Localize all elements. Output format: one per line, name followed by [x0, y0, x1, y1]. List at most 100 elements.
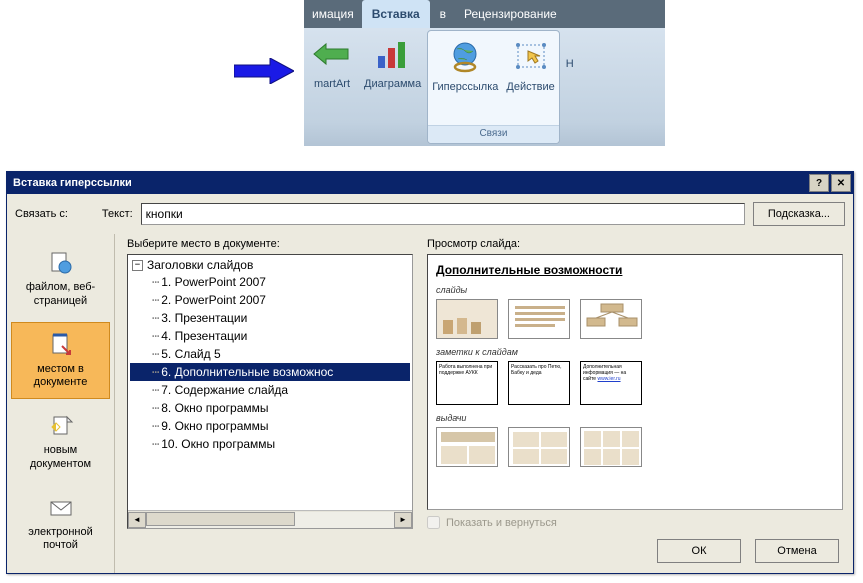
- scroll-thumb[interactable]: [146, 512, 295, 526]
- pointer-arrow: [234, 58, 294, 84]
- tree-item-label: 3. Презентации: [161, 311, 247, 325]
- tree-item[interactable]: ⋯6. Дополнительные возможнос: [130, 363, 410, 381]
- preview-sub-notes: заметки к слайдам: [436, 347, 834, 357]
- preview-label: Просмотр слайда:: [427, 238, 843, 250]
- ribbon-body: martArt Диаграмма: [304, 28, 665, 146]
- sidebar-item-label: электронной почтой: [28, 526, 93, 554]
- dialog-title: Вставка гиперссылки: [13, 177, 132, 189]
- hyperlink-label: Гиперссылка: [432, 81, 498, 93]
- place-doc-icon: [47, 331, 75, 359]
- tree-item[interactable]: ⋯3. Презентации: [130, 309, 410, 327]
- smartart-icon: [308, 34, 356, 74]
- tree-item[interactable]: ⋯8. Окно программы: [130, 399, 410, 417]
- show-return-label: Показать и вернуться: [446, 517, 557, 529]
- preview-thumb: [580, 299, 642, 339]
- tree-collapse-icon[interactable]: −: [132, 260, 143, 271]
- tree-item-label: 7. Содержание слайда: [161, 383, 288, 397]
- tree-branch-icon: ⋯: [152, 275, 159, 289]
- top-row: Связать с: Текст: Подсказка...: [7, 194, 853, 234]
- preview-thumb: [436, 299, 498, 339]
- ribbon-group-links: Гиперссылка Действие Связи: [427, 30, 560, 144]
- ribbon-tab-review[interactable]: Рецензирование: [456, 0, 565, 28]
- close-button[interactable]: ✕: [831, 174, 851, 192]
- preview-slide-title: Дополнительные возможности: [436, 263, 834, 277]
- sidebar-item-label: местом в документе: [34, 363, 88, 391]
- preview-note-box: Работа выполнена при поддержке АУКК: [436, 361, 498, 405]
- tree-item[interactable]: ⋯10. Окно программы: [130, 435, 410, 453]
- scroll-left-button[interactable]: ◄: [128, 512, 146, 528]
- tree-box: − Заголовки слайдов ⋯1. PowerPoint 2007⋯…: [127, 254, 413, 529]
- tree-item-label: 2. PowerPoint 2007: [161, 293, 266, 307]
- action-label: Действие: [506, 81, 554, 93]
- tree-item-label: 9. Окно программы: [161, 419, 268, 433]
- tree-branch-icon: ⋯: [152, 437, 159, 451]
- tree-item[interactable]: ⋯5. Слайд 5: [130, 345, 410, 363]
- ribbon-tab-animation[interactable]: имация: [304, 0, 362, 28]
- new-doc-icon: [47, 412, 75, 440]
- sidebar-item-place[interactable]: местом в документе: [11, 322, 110, 400]
- action-button[interactable]: Действие: [502, 31, 558, 125]
- ribbon-edge-label: Н: [566, 58, 574, 70]
- hyperlink-dialog: Вставка гиперссылки ? ✕ Связать с: Текст…: [6, 171, 854, 574]
- link-with-label: Связать с:: [15, 208, 68, 220]
- tree-root[interactable]: − Заголовки слайдов: [130, 257, 410, 273]
- chart-label: Диаграмма: [364, 78, 421, 90]
- preview-sub-slides: слайды: [436, 285, 834, 295]
- ribbon-tabs: имация Вставка в Рецензирование: [304, 0, 665, 28]
- smartart-button[interactable]: martArt: [304, 28, 360, 146]
- tree-label: Выберите место в документе:: [127, 238, 413, 250]
- tree-item[interactable]: ⋯7. Содержание слайда: [130, 381, 410, 399]
- ok-button[interactable]: ОК: [657, 539, 741, 563]
- scroll-right-button[interactable]: ►: [394, 512, 412, 528]
- hint-button[interactable]: Подсказка...: [753, 202, 845, 226]
- tree-branch-icon: ⋯: [152, 365, 159, 379]
- chart-icon: [369, 34, 417, 74]
- tree-item-label: 6. Дополнительные возможнос: [161, 365, 333, 379]
- preview-sub-handouts: выдачи: [436, 413, 834, 423]
- sidebar-item-label: новым документом: [30, 444, 91, 472]
- help-button[interactable]: ?: [809, 174, 829, 192]
- document-tree[interactable]: − Заголовки слайдов ⋯1. PowerPoint 2007⋯…: [128, 255, 412, 510]
- tree-branch-icon: ⋯: [152, 419, 159, 433]
- ribbon-tab-insert[interactable]: Вставка: [362, 0, 430, 28]
- tree-branch-icon: ⋯: [152, 347, 159, 361]
- tree-branch-icon: ⋯: [152, 401, 159, 415]
- tree-root-label: Заголовки слайдов: [147, 258, 253, 272]
- tree-item-label: 10. Окно программы: [161, 437, 275, 451]
- tree-item[interactable]: ⋯1. PowerPoint 2007: [130, 273, 410, 291]
- sidebar-item-email[interactable]: электронной почтой: [11, 485, 110, 563]
- slide-preview: Дополнительные возможности слайды заметк…: [427, 254, 843, 510]
- link-sidebar: файлом, веб- страницей местом в документ…: [7, 234, 115, 573]
- show-return-checkbox: Показать и вернуться: [427, 516, 843, 529]
- text-input[interactable]: [141, 203, 745, 225]
- ribbon-tab-v[interactable]: в: [430, 0, 456, 28]
- tree-item[interactable]: ⋯9. Окно программы: [130, 417, 410, 435]
- email-icon: [47, 494, 75, 522]
- preview-handout: [508, 427, 570, 467]
- scroll-track[interactable]: [146, 512, 394, 528]
- preview-note-box: Рассказать про Петю, Бабку и деда: [508, 361, 570, 405]
- cancel-button[interactable]: Отмена: [755, 539, 839, 563]
- tree-item[interactable]: ⋯2. PowerPoint 2007: [130, 291, 410, 309]
- sidebar-item-label: файлом, веб- страницей: [26, 281, 95, 309]
- preview-note-box: Дополнительная информация — на сайте www…: [580, 361, 642, 405]
- action-icon: [507, 37, 555, 77]
- hyperlink-button[interactable]: Гиперссылка: [428, 31, 502, 125]
- tree-item-label: 4. Презентации: [161, 329, 247, 343]
- tree-branch-icon: ⋯: [152, 329, 159, 343]
- tree-branch-icon: ⋯: [152, 293, 159, 307]
- tree-item[interactable]: ⋯4. Презентации: [130, 327, 410, 345]
- sidebar-item-file[interactable]: файлом, веб- страницей: [11, 240, 110, 318]
- tree-branch-icon: ⋯: [152, 311, 159, 325]
- tree-item-label: 8. Окно программы: [161, 401, 268, 415]
- text-label: Текст:: [102, 208, 133, 220]
- dialog-main: Выберите место в документе: − Заголовки …: [115, 234, 853, 529]
- preview-handout: [580, 427, 642, 467]
- smartart-label: martArt: [314, 78, 350, 90]
- preview-thumb: [508, 299, 570, 339]
- ribbon-edge-button[interactable]: Н: [562, 28, 578, 146]
- tree-hscrollbar[interactable]: ◄ ►: [128, 510, 412, 528]
- chart-button[interactable]: Диаграмма: [360, 28, 425, 146]
- sidebar-item-new[interactable]: новым документом: [11, 403, 110, 481]
- dialog-titlebar: Вставка гиперссылки ? ✕: [7, 172, 853, 194]
